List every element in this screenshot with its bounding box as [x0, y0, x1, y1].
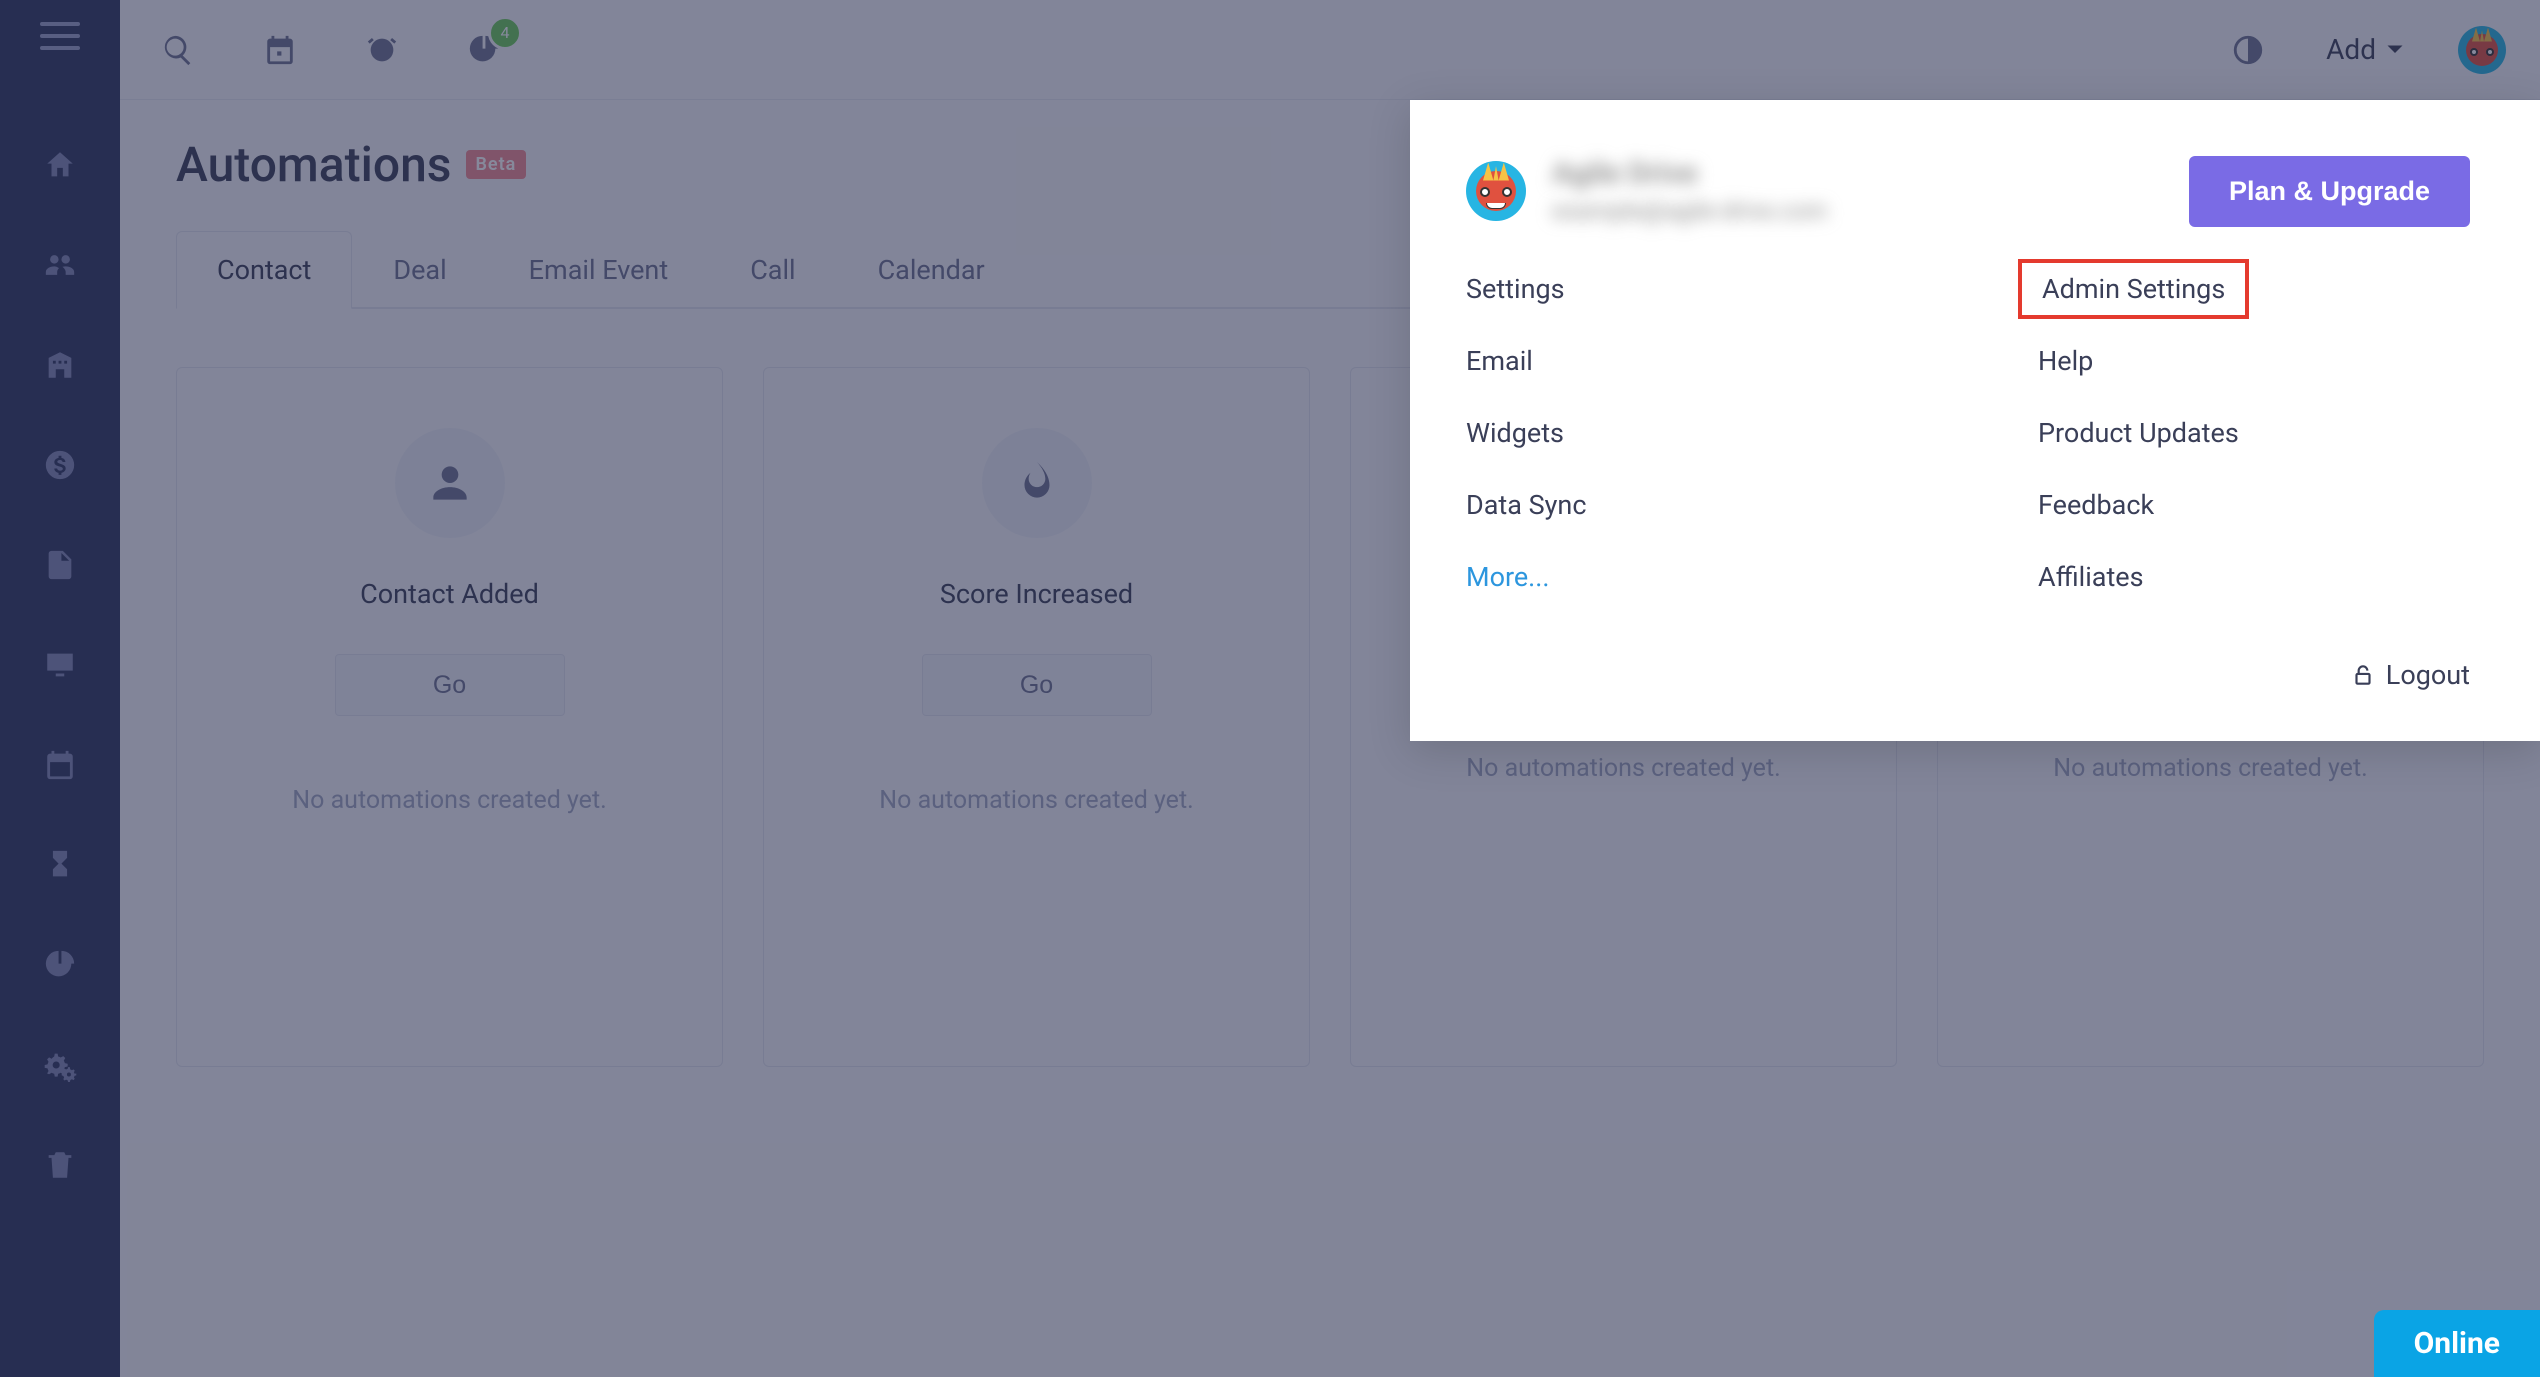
menu-link-settings[interactable]: Settings	[1466, 267, 1898, 311]
plan-upgrade-button[interactable]: Plan & Upgrade	[2189, 156, 2470, 227]
online-indicator[interactable]: Online	[2374, 1310, 2540, 1377]
menu-link-feedback[interactable]: Feedback	[2038, 483, 2470, 527]
user-menu-columns: SettingsEmailWidgetsData SyncMore... Adm…	[1466, 267, 2470, 599]
user-avatar	[1466, 161, 1526, 221]
menu-link-data-sync[interactable]: Data Sync	[1466, 483, 1898, 527]
user-name: Agile Drive	[1552, 156, 1827, 191]
menu-link-email[interactable]: Email	[1466, 339, 1898, 383]
logout-label: Logout	[2386, 659, 2470, 691]
user-menu-header: Agile Drive example@agile-drive.com Plan…	[1466, 156, 2470, 227]
menu-link-product-updates[interactable]: Product Updates	[2038, 411, 2470, 455]
user-text: Agile Drive example@agile-drive.com	[1552, 156, 1827, 225]
menu-link-widgets[interactable]: Widgets	[1466, 411, 1898, 455]
user-email: example@agile-drive.com	[1552, 197, 1827, 225]
user-info: Agile Drive example@agile-drive.com	[1466, 156, 1827, 225]
user-menu-left-column: Settings Email Widgets Data Sync More...	[1466, 267, 1898, 599]
lock-icon	[2350, 662, 2376, 688]
user-menu-right-column: Admin SettingsHelpProduct UpdatesFeedbac…	[2038, 267, 2470, 599]
user-menu-panel: Agile Drive example@agile-drive.com Plan…	[1410, 100, 2540, 741]
menu-link-help[interactable]: Help	[2038, 339, 2470, 383]
menu-link-more[interactable]: More...	[1466, 555, 1898, 599]
menu-link-affiliates[interactable]: Affiliates	[2038, 555, 2470, 599]
logout-link[interactable]: Logout	[1466, 659, 2470, 691]
menu-link-admin-settings[interactable]: Admin Settings	[2018, 259, 2249, 319]
